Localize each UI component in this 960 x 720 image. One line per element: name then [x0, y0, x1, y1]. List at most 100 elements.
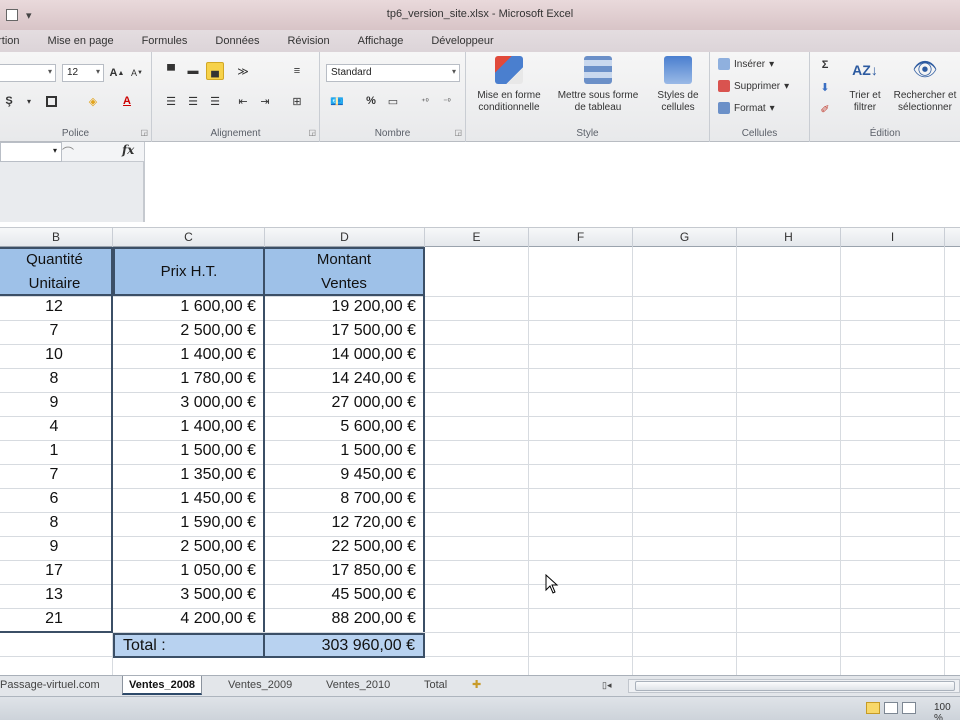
cell-quantite[interactable]: 10 [0, 346, 108, 364]
scrollbar-thumb[interactable] [635, 681, 955, 691]
clear-icon[interactable]: ✐ [816, 100, 834, 118]
column-header-e[interactable]: E [425, 228, 529, 247]
cell-prix-ht[interactable]: 1 050,00 € [113, 562, 256, 580]
name-box[interactable]: ▾ [0, 142, 62, 162]
cell-montant-ventes[interactable]: 88 200,00 € [265, 610, 416, 628]
cell-montant-ventes[interactable]: 12 720,00 € [265, 514, 416, 532]
column-header-c[interactable]: C [113, 228, 265, 247]
percent-icon[interactable]: % [362, 92, 380, 110]
align-center-icon[interactable]: ☰ [184, 92, 202, 110]
cell-prix-ht[interactable]: 1 590,00 € [113, 514, 256, 532]
cell-prix-ht[interactable]: 3 000,00 € [113, 394, 256, 412]
cell-montant-ventes[interactable]: 45 500,00 € [265, 586, 416, 604]
cell-montant-ventes[interactable]: 14 000,00 € [265, 346, 416, 364]
thousands-icon[interactable]: ▭ [384, 92, 402, 110]
sheet-tab-total[interactable]: Total [418, 676, 453, 695]
cell-montant-ventes[interactable]: 14 240,00 € [265, 370, 416, 388]
orientation-icon[interactable]: ≫ [234, 62, 252, 80]
cell-prix-ht[interactable]: 1 450,00 € [113, 490, 256, 508]
decrease-decimal-icon[interactable]: ⁻⁰ [438, 92, 456, 110]
wrap-text-icon[interactable]: ≡ [288, 62, 306, 80]
tab-split-icon[interactable]: ▯◂ [596, 676, 617, 695]
cell-quantite[interactable]: 13 [0, 586, 108, 604]
expand-icon[interactable]: ⌒ [62, 144, 74, 161]
sheet-tab-ventes-2009[interactable]: Ventes_2009 [222, 676, 298, 695]
cell-prix-ht[interactable]: 1 400,00 € [113, 346, 256, 364]
cell-quantite[interactable]: 17 [0, 562, 108, 580]
tab-mise-en-page[interactable]: Mise en page [34, 35, 128, 47]
cell-quantite[interactable]: 8 [0, 514, 108, 532]
cell-prix-ht[interactable]: 1 500,00 € [113, 442, 256, 460]
font-size-combo[interactable]: 12 ▾ [62, 64, 104, 82]
align-left-icon[interactable]: ☰ [162, 92, 180, 110]
align-middle-icon[interactable]: ▬ [184, 62, 202, 80]
cell-prix-ht[interactable]: 1 780,00 € [113, 370, 256, 388]
header-prix-ht[interactable]: Prix H.T. [113, 247, 265, 296]
horizontal-scrollbar[interactable] [628, 679, 960, 693]
worksheet-grid[interactable]: Quantité Unitaire Prix H.T. Montant Vent… [0, 247, 960, 675]
sheet-tab-ventes-2010[interactable]: Ventes_2010 [320, 676, 396, 695]
formula-input[interactable] [144, 142, 960, 222]
currency-icon[interactable]: 💶 [328, 92, 346, 110]
fill-icon[interactable]: ⬇ [816, 78, 834, 96]
tab-developpeur[interactable]: Développeur [417, 35, 507, 47]
column-header-f[interactable]: F [529, 228, 633, 247]
cell-styles-button[interactable]: Styles de cellules [650, 56, 706, 114]
font-name-combo[interactable]: ▾ [0, 64, 56, 82]
strike-icon[interactable]: Ş [0, 92, 18, 110]
sheet-tab-ventes-2008[interactable]: Ventes_2008 [122, 676, 203, 695]
cell-montant-ventes[interactable]: 9 450,00 € [265, 466, 416, 484]
sort-filter-button[interactable]: AZ↓ Trier et filtrer [842, 56, 888, 114]
cell-quantite[interactable]: 7 [0, 466, 108, 484]
align-top-icon[interactable]: ▀ [162, 62, 180, 80]
cell-quantite[interactable]: 4 [0, 418, 108, 436]
zoom-level[interactable]: 100 % [934, 702, 960, 720]
column-header-h[interactable]: H [737, 228, 841, 247]
tab-affichage[interactable]: Affichage [344, 35, 418, 47]
header-montant-ventes[interactable]: Montant Ventes [263, 247, 425, 296]
tab-revision[interactable]: Révision [273, 35, 343, 47]
tab-donnees[interactable]: Données [201, 35, 273, 47]
align-bottom-icon[interactable]: ▄ [206, 62, 224, 80]
page-layout-view-icon[interactable] [884, 702, 898, 714]
cell-quantite[interactable]: 9 [0, 394, 108, 412]
cell-quantite[interactable]: 7 [0, 322, 108, 340]
cell-montant-ventes[interactable]: 17 500,00 € [265, 322, 416, 340]
new-sheet-icon[interactable]: ✚ [466, 676, 487, 695]
tab-formules[interactable]: Formules [128, 35, 202, 47]
header-quantite[interactable]: Quantité Unitaire [0, 247, 113, 296]
total-label-cell[interactable]: Total : [113, 633, 265, 658]
cell-quantite[interactable]: 6 [0, 490, 108, 508]
cell-quantite[interactable]: 1 [0, 442, 108, 460]
increase-decimal-icon[interactable]: ⁺⁰ [416, 92, 434, 110]
dialog-launcher-icon[interactable]: ◲ [454, 128, 462, 137]
cell-prix-ht[interactable]: 1 600,00 € [113, 298, 256, 316]
cell-quantite[interactable]: 8 [0, 370, 108, 388]
cell-prix-ht[interactable]: 2 500,00 € [113, 322, 256, 340]
column-header-d[interactable]: D [265, 228, 425, 247]
border-icon[interactable] [42, 92, 60, 110]
merge-center-icon[interactable]: ⊞ [288, 92, 306, 110]
normal-view-icon[interactable] [866, 702, 880, 714]
autosum-icon[interactable]: Σ [816, 56, 834, 74]
total-value-cell[interactable]: 303 960,00 € [263, 633, 425, 658]
cell-quantite[interactable]: 12 [0, 298, 108, 316]
delete-button[interactable]: Supprimer ▾ [718, 80, 789, 92]
cell-quantite[interactable]: 9 [0, 538, 108, 556]
insert-button[interactable]: Insérer ▾ [718, 58, 774, 70]
font-color-icon[interactable]: A [118, 92, 136, 110]
column-header-i[interactable]: I [841, 228, 945, 247]
cell-montant-ventes[interactable]: 22 500,00 € [265, 538, 416, 556]
dialog-launcher-icon[interactable]: ◲ [140, 128, 148, 137]
align-right-icon[interactable]: ☰ [206, 92, 224, 110]
cell-prix-ht[interactable]: 1 400,00 € [113, 418, 256, 436]
chevron-down-icon[interactable]: ▾ [20, 92, 38, 110]
sheet-tab-passage-virtuel[interactable]: Passage-virtuel.com [0, 676, 106, 695]
increase-indent-icon[interactable]: ⇥ [256, 92, 274, 110]
find-select-button[interactable]: 👁 Rechercher et sélectionner [890, 56, 960, 114]
column-header-b[interactable]: B [0, 228, 113, 247]
decrease-font-icon[interactable]: A ▼ [128, 64, 146, 82]
format-button[interactable]: Format ▾ [718, 102, 775, 114]
cell-prix-ht[interactable]: 4 200,00 € [113, 610, 256, 628]
column-header-j[interactable] [945, 228, 960, 247]
